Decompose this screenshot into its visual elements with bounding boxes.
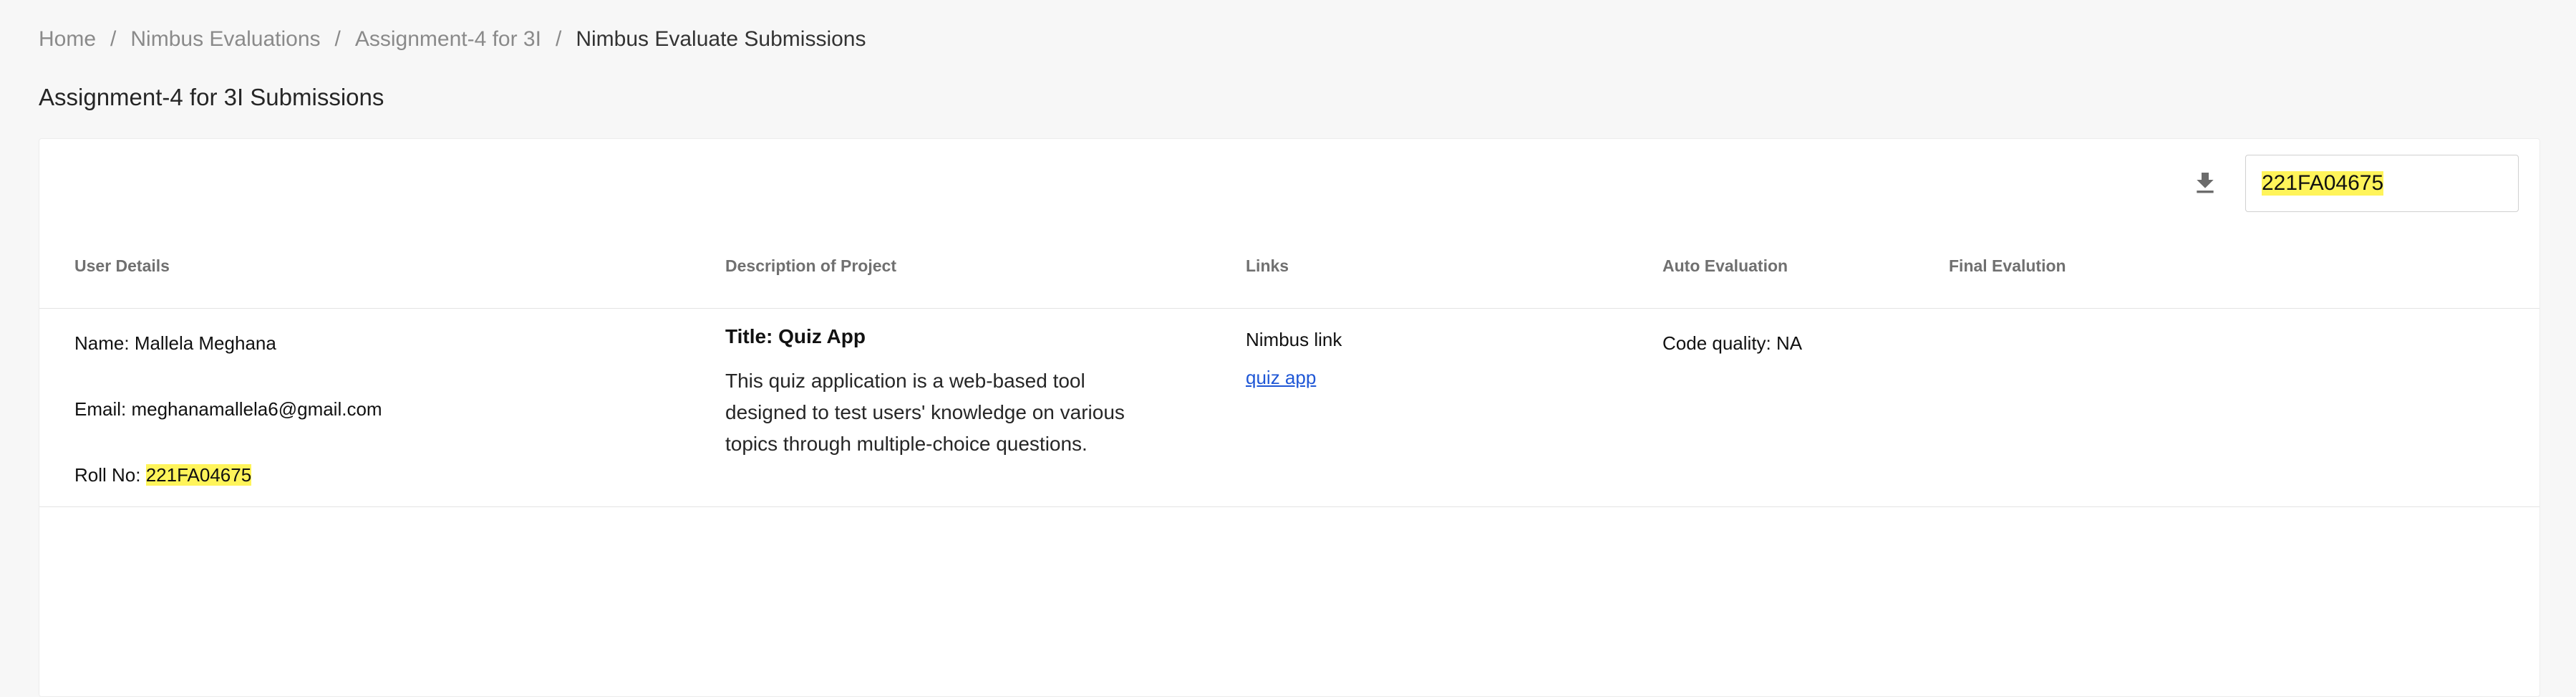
user-email-label: Email: — [74, 398, 132, 420]
breadcrumb-separator: / — [334, 27, 341, 51]
table-header-divider — [39, 308, 2539, 309]
download-icon[interactable] — [2191, 169, 2219, 198]
user-roll-label: Roll No: — [74, 464, 146, 486]
breadcrumb-separator: / — [110, 27, 117, 51]
column-header-auto-evaluation: Auto Evaluation — [1662, 256, 1788, 275]
breadcrumb-home[interactable]: Home — [39, 27, 96, 52]
user-name-label: Name: — [74, 332, 135, 354]
table-row-divider — [39, 506, 2539, 507]
column-header-links: Links — [1246, 256, 1289, 275]
project-title: Title: Quiz App — [725, 325, 866, 347]
breadcrumb-separator: / — [555, 27, 562, 51]
user-roll-value: 221FA04675 — [145, 464, 252, 486]
column-header-user-details: User Details — [74, 256, 170, 275]
breadcrumb-current: Nimbus Evaluate Submissions — [576, 27, 866, 51]
column-header-final-evaluation: Final Evalution — [1949, 256, 2066, 275]
user-email: Email: meghanamallela6@gmail.com — [74, 398, 382, 420]
user-name-value: Mallela Meghana — [134, 332, 276, 354]
search-input[interactable]: 221FA04675 — [2245, 155, 2519, 212]
project-description: This quiz application is a web-based too… — [725, 370, 1125, 455]
project-link[interactable]: quiz app — [1246, 367, 1316, 389]
auto-evaluation-value: Code quality: NA — [1662, 332, 1803, 354]
page-title: Assignment-4 for 3I Submissions — [39, 84, 384, 110]
links-heading: Nimbus link — [1246, 329, 1342, 350]
user-name: Name: Mallela Meghana — [74, 332, 276, 355]
breadcrumb: Home / Nimbus Evaluations / Assignment-4… — [39, 27, 866, 52]
search-input-value: 221FA04675 — [2262, 171, 2384, 196]
breadcrumb-nimbus-evaluations[interactable]: Nimbus Evaluations — [130, 27, 320, 52]
user-roll-no: Roll No: 221FA04675 — [74, 464, 252, 486]
user-email-value: meghanamallela6@gmail.com — [131, 398, 382, 420]
column-header-description: Description of Project — [725, 256, 896, 275]
breadcrumb-assignment[interactable]: Assignment-4 for 3I — [355, 27, 541, 52]
submissions-card: 221FA04675 User Details Description of P… — [39, 138, 2540, 697]
